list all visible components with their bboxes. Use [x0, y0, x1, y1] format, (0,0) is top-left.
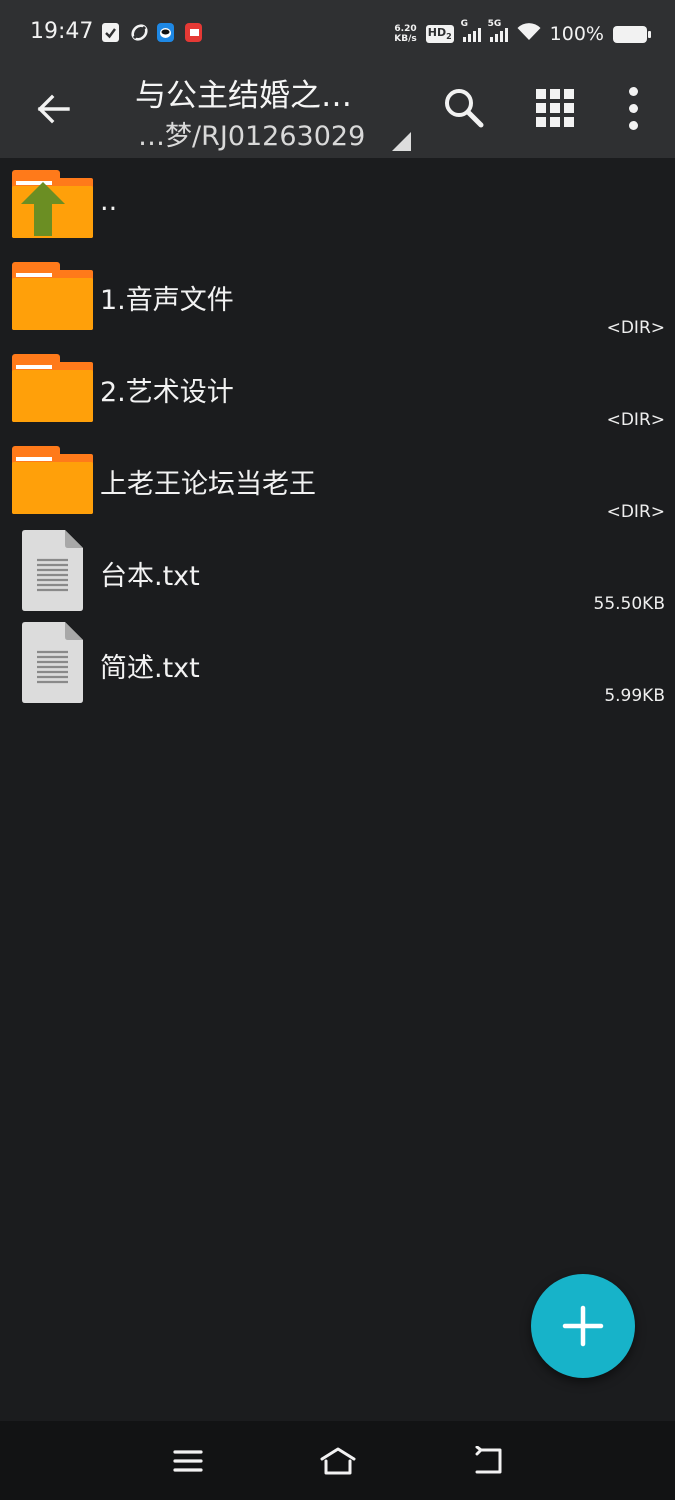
arrow-left-icon	[37, 94, 70, 124]
status-right-group: 6.20 KB/s HD2 G 5G 100%	[394, 19, 651, 48]
parent-folder-icon	[12, 170, 93, 238]
file-size: 5.99KB	[604, 686, 665, 706]
list-item-folder[interactable]: 2.艺术设计 <DIR>	[0, 342, 675, 434]
list-item-folder[interactable]: 上老王论坛当老王 <DIR>	[0, 434, 675, 526]
list-item-folder[interactable]: 1.音声文件 <DIR>	[0, 250, 675, 342]
file-meta: <DIR>	[606, 318, 665, 338]
file-name: 上老王论坛当老王	[100, 469, 316, 500]
signal-icon-1: G	[461, 19, 481, 42]
dropdown-triangle-icon[interactable]	[392, 132, 411, 151]
file-name: 台本.txt	[100, 561, 200, 592]
up-arrow-icon	[21, 182, 65, 236]
file-meta: <DIR>	[606, 410, 665, 430]
more-options-button[interactable]	[607, 82, 659, 134]
network-speed-unit: KB/s	[394, 34, 417, 44]
more-vert-icon	[628, 86, 638, 130]
wifi-icon	[517, 23, 541, 45]
back-nav-button[interactable]	[466, 1439, 510, 1483]
menu-icon	[173, 1450, 203, 1472]
link-sync-icon	[130, 23, 148, 42]
home-icon	[320, 1447, 356, 1475]
grid-view-icon	[536, 89, 574, 127]
back-nav-icon	[475, 1446, 502, 1474]
hd-volte-icon: HD2	[425, 25, 454, 43]
text-file-icon	[22, 622, 83, 703]
network-speed-value: 6.20	[394, 24, 417, 34]
plus-icon	[562, 1305, 604, 1347]
status-time: 19:47	[30, 19, 94, 44]
file-name: 2.艺术设计	[100, 377, 234, 408]
page-title: 与公主结婚之…	[135, 78, 352, 114]
file-meta: <DIR>	[606, 502, 665, 522]
file-name: ..	[100, 186, 118, 217]
status-bar: 19:47 6.20 KB/s HD2 G 5G 100%	[0, 0, 675, 66]
clipboard-check-icon	[102, 23, 119, 42]
home-nav-button[interactable]	[316, 1439, 360, 1483]
back-button[interactable]	[30, 86, 76, 132]
app-toolbar: 与公主结婚之… …梦/RJ01263029	[0, 66, 675, 158]
hd-label: HD	[427, 26, 447, 40]
network-speed: 6.20 KB/s	[394, 24, 416, 44]
app-red-icon	[185, 23, 202, 42]
text-file-icon	[22, 530, 83, 611]
battery-percent: 100%	[549, 23, 604, 45]
list-item-parent-dir[interactable]: ..	[0, 158, 675, 250]
system-nav-bar	[0, 1421, 675, 1500]
signal-1-label: G	[460, 19, 469, 29]
folder-icon	[12, 446, 93, 514]
hd-index: 2	[446, 32, 452, 42]
app-blue-face-icon	[157, 23, 174, 42]
menu-nav-button[interactable]	[166, 1439, 210, 1483]
search-icon	[445, 89, 484, 128]
file-name: 简述.txt	[100, 653, 200, 684]
folder-icon	[12, 354, 93, 422]
battery-icon	[613, 25, 651, 43]
folder-icon	[12, 262, 93, 330]
signal-icon-2: 5G	[488, 19, 508, 42]
file-size: 55.50KB	[593, 594, 665, 614]
path-subtitle-dropdown[interactable]: …梦/RJ01263029	[138, 114, 365, 153]
file-name: 1.音声文件	[100, 285, 234, 316]
signal-2-label: 5G	[487, 19, 502, 29]
search-button[interactable]	[438, 82, 490, 134]
list-item-file[interactable]: 台本.txt 55.50KB	[0, 526, 675, 618]
add-button[interactable]	[531, 1274, 635, 1378]
grid-view-button[interactable]	[529, 82, 581, 134]
list-item-file[interactable]: 简述.txt 5.99KB	[0, 618, 675, 710]
